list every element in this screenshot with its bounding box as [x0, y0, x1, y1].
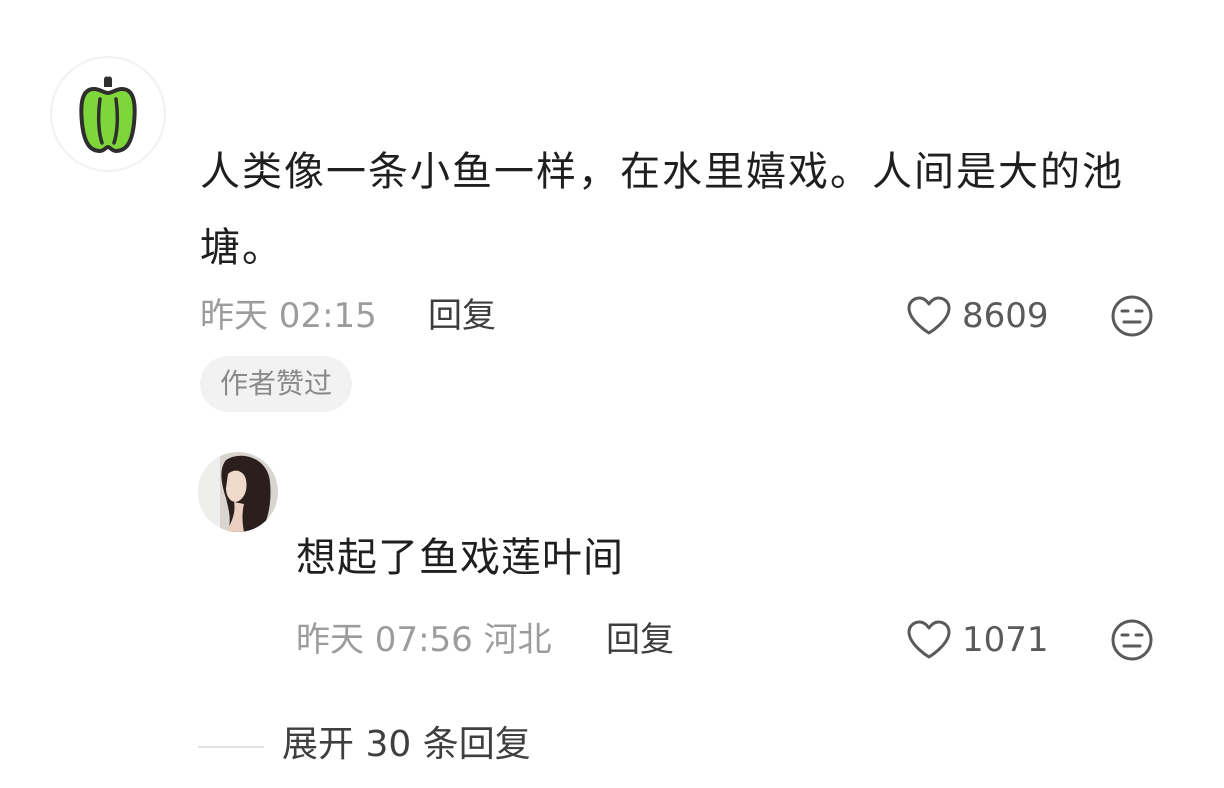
reply-avatar[interactable]	[198, 452, 278, 532]
reply-to-reply-button[interactable]: 回复	[606, 616, 674, 664]
comment-timestamp: 昨天 02:15	[200, 296, 377, 336]
heart-outline-icon	[907, 296, 951, 335]
like-button[interactable]: 8609	[906, 292, 1049, 340]
comment-text: 人类像一条小鱼一样，在水里嬉戏。人间是大的池塘。	[200, 149, 1124, 271]
meh-face-icon[interactable]	[1110, 618, 1154, 662]
portrait-photo	[198, 452, 278, 532]
comment-thread: 人类像一条小鱼一样，在水里嬉戏。人间是大的池塘。 昨天 02:15 回复 860…	[0, 0, 1224, 788]
reply-text: 想起了鱼戏莲叶间	[296, 535, 624, 581]
reply-like-count: 1071	[962, 620, 1049, 660]
heart-outline-icon	[907, 620, 951, 659]
green-pepper-icon	[79, 76, 137, 153]
meh-face-icon[interactable]	[1110, 294, 1154, 338]
reply-timestamp-location: 昨天 07:56 河北	[296, 620, 552, 660]
reply-button[interactable]: 回复	[428, 292, 496, 340]
expand-divider	[198, 746, 264, 748]
expand-replies-button[interactable]: 展开 30 条回复	[282, 720, 531, 770]
like-count: 8609	[962, 296, 1049, 336]
reply-like-button[interactable]: 1071	[906, 616, 1049, 664]
commenter-avatar[interactable]	[50, 56, 166, 172]
author-liked-badge: 作者赞过	[200, 356, 353, 412]
